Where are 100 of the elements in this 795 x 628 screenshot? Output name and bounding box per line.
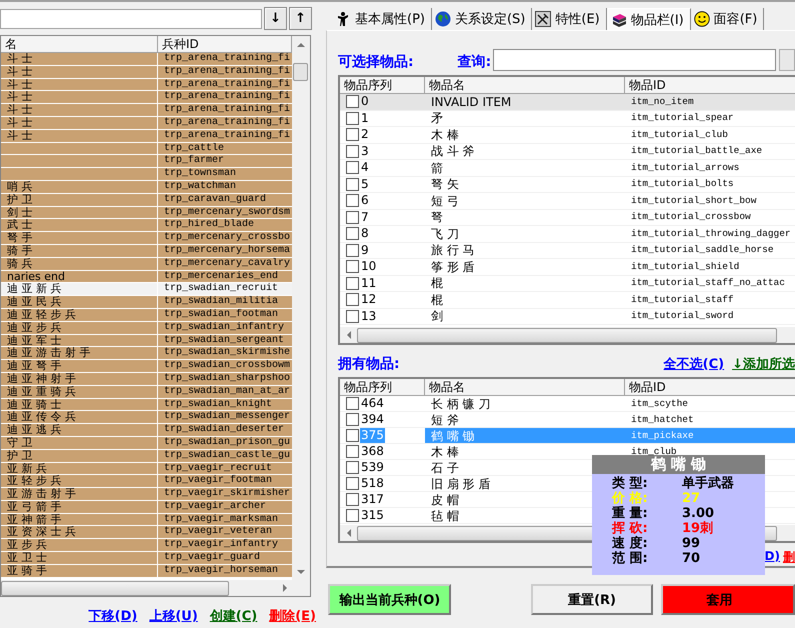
- list-row[interactable]: 守 卫 trp_swadian_prison_gu: [1, 436, 292, 450]
- link[interactable]: 删除(E): [269, 607, 316, 625]
- checkbox[interactable]: [346, 128, 359, 142]
- action-button[interactable]: 套用: [660, 584, 795, 615]
- table-row[interactable]: 2 木 棒 itm_tutorial_club: [340, 127, 795, 144]
- scroll-arrow-icon[interactable]: [282, 584, 286, 592]
- scrollbar-thumb[interactable]: [293, 63, 308, 81]
- list-row[interactable]: 迪 亚 骑 士 trp_swadian_knight: [1, 398, 292, 412]
- list-row[interactable]: 弩 手 trp_mercenary_crossbo: [1, 232, 292, 245]
- list-row[interactable]: 亚 轻 步 兵 trp_vaegir_footman: [1, 475, 292, 488]
- checkbox[interactable]: [346, 244, 359, 257]
- column-header[interactable]: 物品序列: [340, 77, 425, 93]
- link[interactable]: 全不选(C): [664, 355, 724, 373]
- list-row[interactable]: 迪 亚 新 兵 trp_swadian_recruit: [1, 283, 292, 296]
- checkbox[interactable]: [346, 95, 359, 108]
- checkbox[interactable]: [346, 461, 359, 474]
- list-row[interactable]: 护 卫 trp_caravan_guard: [1, 194, 292, 207]
- action-button[interactable]: 输出当前兵种(O): [328, 584, 452, 615]
- search-field[interactable]: [493, 49, 776, 71]
- tab[interactable]: 特性(E): [532, 8, 607, 30]
- list-row[interactable]: 迪 亚 民 兵 trp_swadian_militia: [1, 296, 292, 309]
- list-row[interactable]: 亚 弓 箭 手 trp_vaegir_archer: [1, 500, 292, 514]
- table-row[interactable]: 1 矛 itm_tutorial_spear: [340, 110, 795, 127]
- sort-button[interactable]: ↑: [289, 7, 312, 30]
- link[interactable]: 删: [783, 549, 795, 566]
- list-row[interactable]: 亚 新 兵 trp_vaegir_recruit: [1, 462, 292, 476]
- list-row[interactable]: 斗 士 trp_arena_training_fi: [1, 116, 292, 130]
- table-row[interactable]: 9 旅 行 马 itm_tutorial_saddle_horse: [340, 242, 795, 259]
- checkbox[interactable]: [346, 445, 359, 458]
- table-row[interactable]: 3 战 斗 斧 itm_tutorial_battle_axe: [340, 144, 795, 160]
- list-row[interactable]: 哨 兵 trp_watchman: [1, 180, 292, 194]
- table-row[interactable]: 0 INVALID ITEM itm_no_item: [340, 94, 795, 110]
- list-row[interactable]: 迪 亚 重 骑 兵 trp_swadian_man_at_ar: [1, 386, 292, 399]
- checkbox[interactable]: [346, 227, 359, 240]
- link[interactable]: 创建(C): [210, 607, 258, 625]
- table-row[interactable]: 7 弩 itm_tutorial_crossbow: [340, 210, 795, 226]
- scrollbar-thumb[interactable]: [357, 328, 777, 342]
- list-row[interactable]: 亚 骑 手 trp_vaegir_horseman: [1, 564, 292, 578]
- list-row[interactable]: 迪 亚 传 令 兵 trp_swadian_messenger: [1, 411, 292, 424]
- checkbox[interactable]: [346, 210, 359, 224]
- link[interactable]: 上移(U): [149, 607, 198, 625]
- list-row[interactable]: 迪 亚 轻 步 兵 trp_swadian_footman: [1, 308, 292, 322]
- list-row[interactable]: 斗 士 trp_arena_training_fi: [1, 130, 292, 143]
- checkbox[interactable]: [346, 194, 359, 208]
- list-row[interactable]: 骑 手 trp_mercenary_horsema: [1, 244, 292, 258]
- scrollbar-thumb[interactable]: [1, 580, 229, 596]
- checkbox[interactable]: [346, 144, 359, 158]
- list-row[interactable]: 亚 资 深 士 兵 trp_vaegir_veteran: [1, 526, 292, 540]
- table-row[interactable]: 13 剑 itm_tutorial_sword: [340, 308, 795, 325]
- table-row[interactable]: 12 棍 itm_tutorial_staff: [340, 292, 795, 308]
- list-row[interactable]: 迪 亚 步 兵 trp_swadian_infantry: [1, 322, 292, 335]
- list-row[interactable]: 斗 士 trp_arena_training_fi: [1, 78, 292, 92]
- list-row[interactable]: 斗 士 trp_arena_training_fi: [1, 91, 292, 104]
- list-row[interactable]: 骑 兵 trp_mercenary_cavalry: [1, 258, 292, 271]
- checkbox[interactable]: [346, 161, 359, 174]
- scroll-arrow-icon[interactable]: [297, 570, 305, 574]
- search-field[interactable]: [0, 8, 262, 28]
- list-row[interactable]: trp_cattle: [1, 142, 292, 156]
- link[interactable]: D): [764, 549, 780, 566]
- list-row[interactable]: 亚 神 箭 手 trp_vaegir_marksman: [1, 514, 292, 526]
- checkbox[interactable]: [346, 397, 359, 410]
- tab[interactable]: 关系设定(S): [432, 8, 532, 30]
- scroll-arrow-icon[interactable]: [346, 331, 350, 339]
- list-row[interactable]: 亚 游 击 射 手 trp_vaegir_skirmisher: [1, 488, 292, 501]
- table-row[interactable]: 5 弩 矢 itm_tutorial_bolts: [340, 176, 795, 193]
- checkbox[interactable]: [346, 178, 359, 191]
- list-row[interactable]: 护 卫 trp_swadian_castle_gu: [1, 450, 292, 462]
- list-row[interactable]: 迪 亚 游 击 射 手 trp_swadian_skirmishe: [1, 347, 292, 360]
- checkbox[interactable]: [346, 276, 359, 290]
- list-row[interactable]: 斗 士 trp_arena_training_fi: [1, 66, 292, 79]
- checkbox[interactable]: [346, 260, 359, 274]
- table-row[interactable]: 10 筝 形 盾 itm_tutorial_shield: [340, 259, 795, 276]
- link[interactable]: 下移(D): [88, 607, 138, 625]
- link[interactable]: ↓添加所选: [732, 355, 795, 373]
- checkbox[interactable]: [346, 429, 359, 442]
- column-header[interactable]: 物品名: [425, 379, 625, 395]
- column-header[interactable]: 物品名: [425, 77, 625, 93]
- checkbox[interactable]: [346, 477, 359, 490]
- list-row[interactable]: 亚 卫 士 trp_vaegir_guard: [1, 552, 292, 565]
- column-header[interactable]: 名: [1, 36, 158, 52]
- list-row[interactable]: 斗 士 trp_arena_training_fi: [1, 53, 292, 66]
- table-row[interactable]: 8 飞 刀 itm_tutorial_throwing_dagger: [340, 226, 795, 242]
- list-row[interactable]: naries end trp_mercenaries_end: [1, 270, 292, 284]
- list-row[interactable]: 亚 步 兵 trp_vaegir_infantry: [1, 539, 292, 552]
- list-row[interactable]: 迪 亚 弩 手 trp_swadian_crossbowm: [1, 360, 292, 373]
- sort-button[interactable]: ↓: [264, 7, 287, 30]
- checkbox[interactable]: [346, 493, 359, 506]
- list-row[interactable]: trp_townsman: [1, 168, 292, 181]
- column-header[interactable]: 物品ID: [625, 77, 795, 93]
- checkbox[interactable]: [346, 112, 359, 125]
- column-header[interactable]: 物品序列: [340, 379, 425, 395]
- table-row[interactable]: 464 长 柄 镰 刀 itm_scythe: [340, 396, 795, 412]
- list-row[interactable]: trp_farmer: [1, 155, 292, 168]
- table-row[interactable]: 11 棍 itm_tutorial_staff_no_attac: [340, 276, 795, 292]
- checkbox[interactable]: [346, 509, 359, 522]
- list-row[interactable]: 迪 亚 神 射 手 trp_swadian_sharpshoo: [1, 372, 292, 386]
- tab[interactable]: 基本属性(P): [332, 8, 432, 30]
- column-header[interactable]: 物品ID: [625, 379, 795, 395]
- checkbox[interactable]: [346, 413, 359, 426]
- list-row[interactable]: 迪 亚 逃 兵 trp_swadian_deserter: [1, 424, 292, 437]
